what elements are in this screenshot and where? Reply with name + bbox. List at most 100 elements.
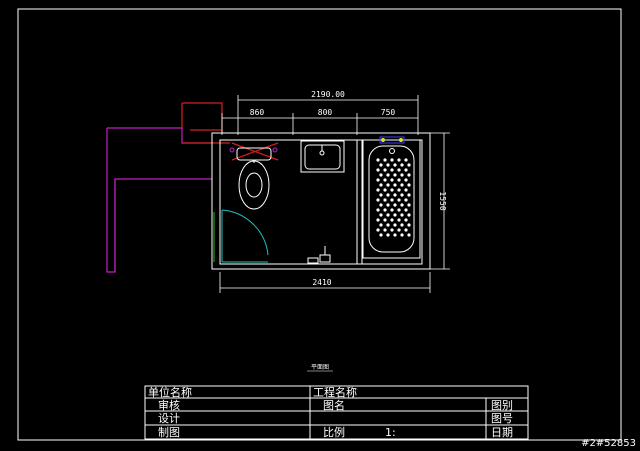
tub-dot (390, 158, 394, 162)
tub-dot (386, 223, 390, 227)
tb-project-name: 工程名称 (313, 385, 357, 399)
tub-dot (407, 233, 411, 237)
tub-dot (376, 178, 380, 182)
tub-dot (390, 198, 394, 202)
tub-dot (386, 173, 390, 177)
tub-dot (393, 173, 397, 177)
tub-dot (404, 168, 408, 172)
tub-dot (400, 233, 404, 237)
tub-dot (383, 198, 387, 202)
tub-dot (376, 228, 380, 232)
tub-dot (400, 163, 404, 167)
tub-dot (404, 188, 408, 192)
tub-dot (407, 223, 411, 227)
tub-dot (407, 173, 411, 177)
tub-dot (407, 213, 411, 217)
toilet-fixture (236, 147, 272, 210)
exterior-wall-magenta (106, 127, 212, 273)
tub-dot (393, 213, 397, 217)
tub-dot (390, 168, 394, 172)
tub-dot (383, 228, 387, 232)
tub-dot (379, 213, 383, 217)
tb-unit-name: 单位名称 (148, 385, 192, 399)
tub-dot (400, 193, 404, 197)
tub-dot (376, 218, 380, 222)
tub-dot (397, 158, 401, 162)
tub-dot (393, 223, 397, 227)
tub-dot (376, 208, 380, 212)
cad-drawing-canvas[interactable]: 2190.00 860 800 750 1550 2410 平面图 单位名称 工… (0, 0, 640, 451)
room-walls (211, 132, 431, 270)
tub-dot (383, 208, 387, 212)
tub-dot (376, 158, 380, 162)
tub-dot (400, 173, 404, 177)
tub-dot (400, 223, 404, 227)
drawing-frame (17, 8, 622, 441)
dim-bottom: 2410 (312, 278, 331, 287)
tb-review: 审核 (158, 398, 180, 412)
tub-dot (379, 163, 383, 167)
tb-drawing-name: 图名 (323, 398, 345, 412)
tb-design: 设计 (158, 412, 180, 425)
tub-dot (390, 178, 394, 182)
bathtub-drain-pattern (376, 158, 411, 237)
tub-dot (400, 203, 404, 207)
tub-dot (404, 178, 408, 182)
tub-dot (407, 183, 411, 187)
tub-dot (404, 208, 408, 212)
tub-dot (386, 183, 390, 187)
wash-basin-fixture (300, 140, 345, 173)
tub-dot (407, 163, 411, 167)
door-swing[interactable] (221, 209, 269, 263)
tub-dot (407, 193, 411, 197)
bathtub-faucet (379, 136, 405, 154)
tub-dot (393, 203, 397, 207)
tub-dot (383, 188, 387, 192)
tub-dot (404, 198, 408, 202)
tub-dot (393, 163, 397, 167)
tub-dot (379, 223, 383, 227)
tub-dot (386, 193, 390, 197)
dim-seg3: 750 (381, 108, 396, 117)
tub-dot (400, 213, 404, 217)
tub-dot (376, 168, 380, 172)
tb-drawing-number: 图号 (491, 412, 513, 425)
tb-draw: 制图 (158, 426, 180, 439)
tub-dot (404, 158, 408, 162)
tub-dot (386, 213, 390, 217)
tub-dot (390, 218, 394, 222)
tb-date: 日期 (491, 426, 513, 439)
tub-dot (383, 158, 387, 162)
tub-dot (379, 193, 383, 197)
floor-tap (307, 246, 331, 264)
tub-dot (386, 203, 390, 207)
tub-dot (386, 163, 390, 167)
dim-height-right: 1550 (438, 191, 447, 210)
dim-overall-top: 2190.00 (311, 90, 345, 99)
tub-dot (390, 208, 394, 212)
tub-dot (379, 203, 383, 207)
tub-dot (379, 233, 383, 237)
tub-dot (379, 173, 383, 177)
tub-dot (390, 188, 394, 192)
tb-category: 图别 (491, 399, 513, 412)
dim-seg2: 800 (318, 108, 333, 117)
tub-dot (376, 188, 380, 192)
tub-dot (397, 218, 401, 222)
tub-dot (393, 233, 397, 237)
tub-dot (386, 233, 390, 237)
tub-dot (404, 218, 408, 222)
tub-dot (390, 228, 394, 232)
tub-dot (393, 183, 397, 187)
tb-scale-label: 比例 (323, 425, 345, 439)
plan-title: 平面图 (311, 364, 329, 371)
tub-dot (376, 198, 380, 202)
tub-dot (397, 208, 401, 212)
tub-dot (379, 183, 383, 187)
tub-dot (383, 168, 387, 172)
tub-dot (407, 203, 411, 207)
tub-dot (400, 183, 404, 187)
tub-dot (397, 168, 401, 172)
tub-dot (383, 218, 387, 222)
tub-dot (397, 178, 401, 182)
